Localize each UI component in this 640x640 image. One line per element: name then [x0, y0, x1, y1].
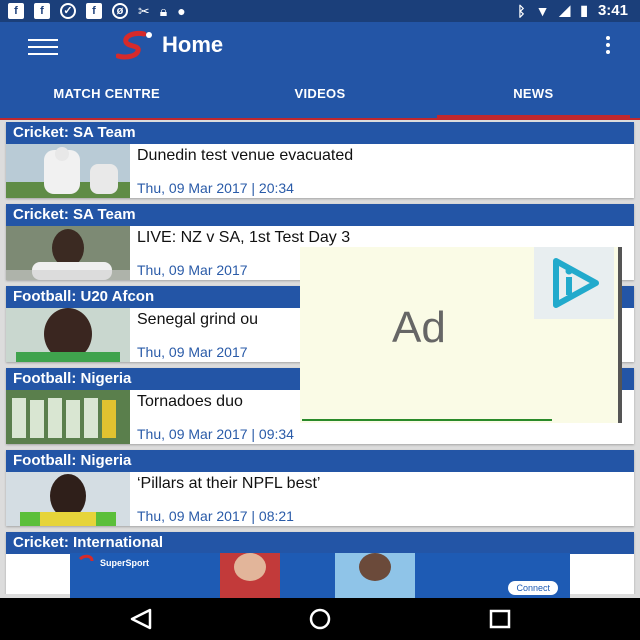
banner-ad[interactable]: SuperSport Connect	[70, 553, 570, 598]
news-card[interactable]: Cricket: SA Team Dunedin test venue evac…	[6, 122, 634, 198]
tab-videos[interactable]: VIDEOS	[213, 70, 426, 118]
news-thumbnail	[6, 390, 130, 444]
news-thumbnail	[6, 472, 130, 526]
ad-label: Ad	[392, 303, 446, 352]
tab-bar: MATCH CENTRE VIDEOS NEWS	[0, 70, 640, 120]
news-category: Football: Nigeria	[6, 450, 634, 472]
news-date: Thu, 09 Mar 2017 | 09:34	[137, 426, 294, 442]
status-bar: f f ✓ f ø ✂ 🔒︎ ● ᛒ ▼ ◢ ▮ 3:41	[0, 0, 640, 22]
news-date: Thu, 09 Mar 2017 | 20:34	[137, 180, 294, 196]
news-headline: LIVE: NZ v SA, 1st Test Day 3	[137, 229, 351, 246]
ad-logo	[534, 247, 614, 319]
system-icons: ᛒ ▼ ◢ ▮ 3:41	[517, 2, 628, 19]
signal-icon: ◢	[559, 2, 571, 18]
news-category: Cricket: International	[6, 532, 634, 554]
back-icon[interactable]	[128, 608, 154, 630]
facebook-icon: f	[86, 3, 102, 19]
banner-brand: SuperSport	[100, 558, 150, 568]
supersport-logo	[116, 31, 152, 60]
tools-icon: ✂	[138, 3, 150, 19]
page-title: Home	[162, 32, 224, 57]
news-card[interactable]: Football: Nigeria ‘Pillars at their NPFL…	[6, 450, 634, 526]
facebook-icon: f	[34, 3, 50, 19]
news-headline: Tornadoes duo	[137, 393, 243, 410]
banner-connect-button[interactable]: Connect	[508, 581, 558, 595]
news-headline: Dunedin test venue evacuated	[137, 147, 354, 164]
bluetooth-icon: ᛒ	[517, 2, 526, 19]
ad-progress-line	[302, 419, 552, 421]
app-bar: Home	[0, 22, 640, 70]
status-time: 3:41	[597, 2, 628, 19]
lock-icon: 🔒︎	[159, 3, 168, 19]
notification-icons: f f ✓ f ø ✂ 🔒︎ ●	[8, 3, 186, 20]
wifi-icon: ▼	[535, 2, 550, 19]
navigation-bar	[0, 598, 640, 640]
news-category: Cricket: SA Team	[6, 204, 634, 226]
home-icon[interactable]	[306, 608, 334, 630]
tab-match-centre[interactable]: MATCH CENTRE	[0, 70, 213, 118]
facebook-icon: f	[8, 3, 24, 19]
tab-news[interactable]: NEWS	[427, 70, 640, 118]
news-headline: ‘Pillars at their NPFL best’	[137, 475, 321, 492]
shield-icon: ✓	[60, 3, 76, 19]
news-date: Thu, 09 Mar 2017 | 08:21	[137, 508, 294, 524]
news-thumbnail	[6, 226, 130, 280]
battery-icon: ▮	[580, 2, 588, 18]
ad-overlay[interactable]: Ad	[300, 247, 622, 423]
news-category: Cricket: SA Team	[6, 122, 634, 144]
recents-icon[interactable]	[488, 608, 512, 630]
android-icon: ●	[177, 3, 186, 19]
news-date: Thu, 09 Mar 2017	[137, 344, 248, 360]
news-thumbnail	[6, 144, 130, 198]
more-options-icon[interactable]	[604, 36, 612, 58]
news-thumbnail	[6, 308, 130, 362]
blocked-icon: ø	[112, 3, 128, 19]
news-headline: Senegal grind ou	[137, 311, 258, 328]
menu-icon[interactable]	[28, 39, 58, 55]
news-date: Thu, 09 Mar 2017	[137, 262, 248, 278]
